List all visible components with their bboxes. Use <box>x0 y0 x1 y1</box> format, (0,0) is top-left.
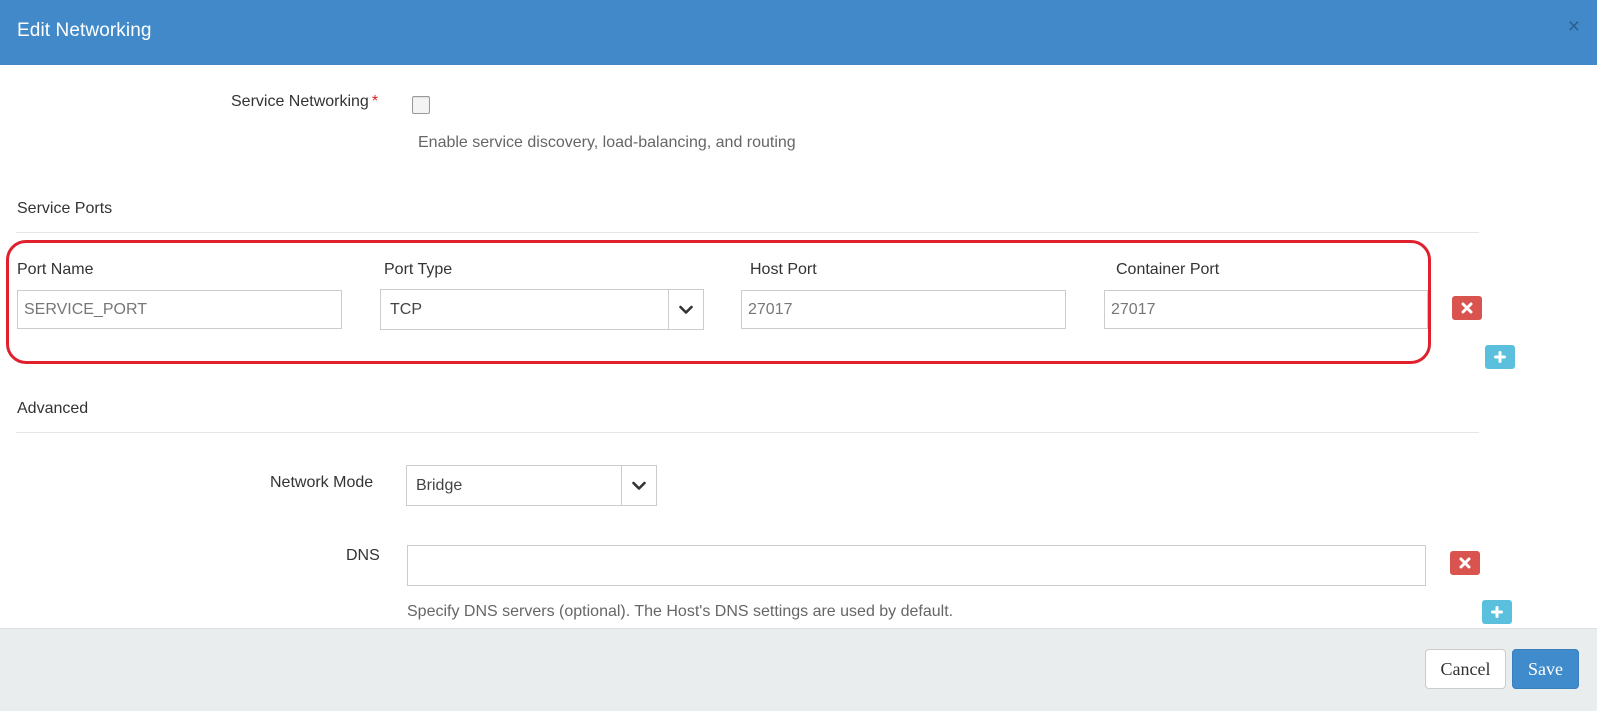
dns-label: DNS <box>346 547 380 564</box>
close-icon[interactable]: × <box>1568 16 1580 37</box>
divider <box>16 232 1479 233</box>
service-networking-label: Service Networking * <box>231 93 379 110</box>
network-mode-select[interactable]: Bridge <box>406 465 657 506</box>
modal-header: Edit Networking × <box>0 0 1597 65</box>
highlight-annotation <box>6 240 1431 364</box>
remove-port-button[interactable] <box>1452 296 1482 320</box>
times-icon <box>1461 302 1473 314</box>
cancel-button[interactable]: Cancel <box>1425 649 1506 689</box>
divider <box>16 432 1479 433</box>
plus-icon <box>1491 606 1503 618</box>
dns-help: Specify DNS servers (optional). The Host… <box>407 603 954 620</box>
service-ports-title: Service Ports <box>17 200 113 217</box>
network-mode-label: Network Mode <box>270 474 374 491</box>
times-icon <box>1459 557 1471 569</box>
modal-title: Edit Networking <box>17 20 152 41</box>
chevron-down-icon[interactable] <box>621 466 656 505</box>
add-dns-button[interactable] <box>1482 600 1512 624</box>
modal-footer <box>0 628 1597 711</box>
network-mode-value: Bridge <box>416 477 463 494</box>
service-networking-checkbox[interactable] <box>412 96 430 114</box>
save-button[interactable]: Save <box>1512 649 1579 689</box>
required-mark: * <box>371 93 379 110</box>
advanced-title: Advanced <box>17 400 89 417</box>
remove-dns-button[interactable] <box>1450 551 1480 575</box>
dns-input[interactable] <box>407 545 1426 586</box>
service-networking-help: Enable service discovery, load-balancing… <box>418 134 796 151</box>
plus-icon <box>1494 351 1506 363</box>
add-port-button[interactable] <box>1485 345 1515 369</box>
